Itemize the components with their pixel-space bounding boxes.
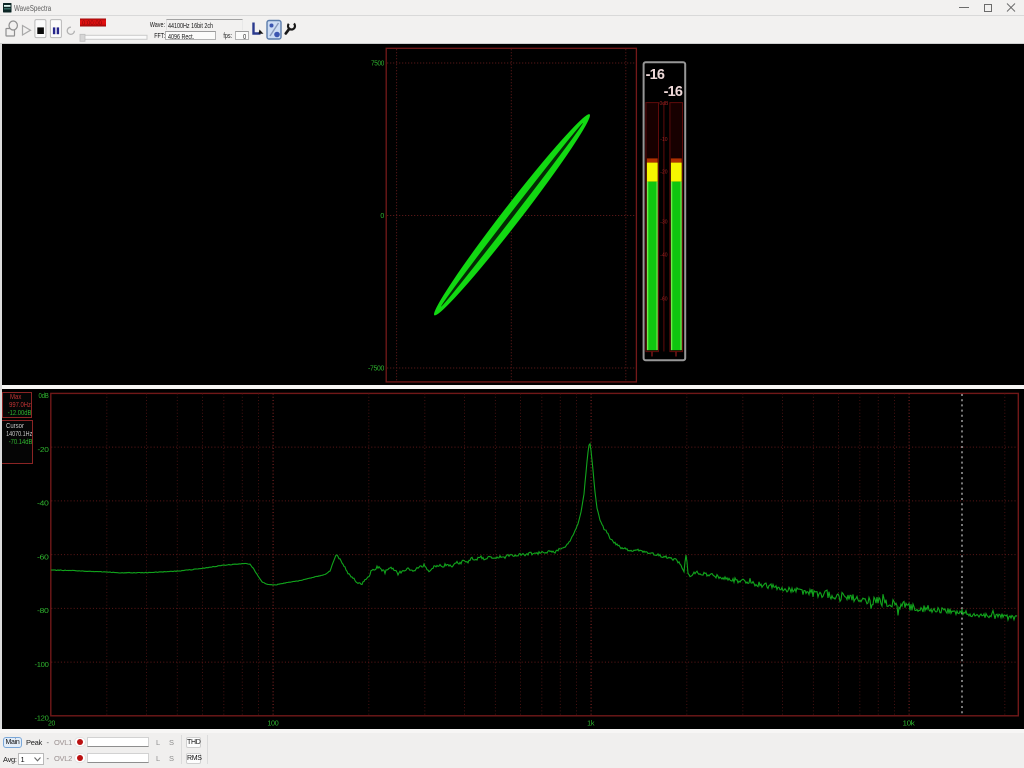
svg-text:-20: -20 [38,447,49,454]
svg-text:7500: 7500 [371,61,384,68]
svg-text:-120: -120 [35,716,49,723]
svg-text:0: 0 [380,213,384,220]
svg-text:-16: -16 [664,84,683,100]
svg-text:20: 20 [48,721,55,728]
svg-text:0dB: 0dB [39,393,50,400]
svg-text:-100: -100 [35,662,49,669]
svg-text:10k: 10k [903,721,916,728]
svg-text:0dB: 0dB [659,101,669,107]
svg-text:-30: -30 [660,220,667,226]
svg-text:-7500: -7500 [368,366,384,373]
svg-text:-40: -40 [37,501,49,508]
svg-text:-20: -20 [660,170,667,176]
svg-text:-60: -60 [660,297,667,303]
svg-text:-16: -16 [646,67,665,83]
svg-text:-80: -80 [37,608,49,615]
svg-text:100: 100 [267,721,278,728]
svg-text:1k: 1k [587,721,595,728]
svg-text:0:00:00: 0:00:00 [82,21,103,27]
svg-text:-10: -10 [660,137,667,143]
svg-text:-40: -40 [660,253,667,259]
svg-text:-60: -60 [37,554,49,561]
